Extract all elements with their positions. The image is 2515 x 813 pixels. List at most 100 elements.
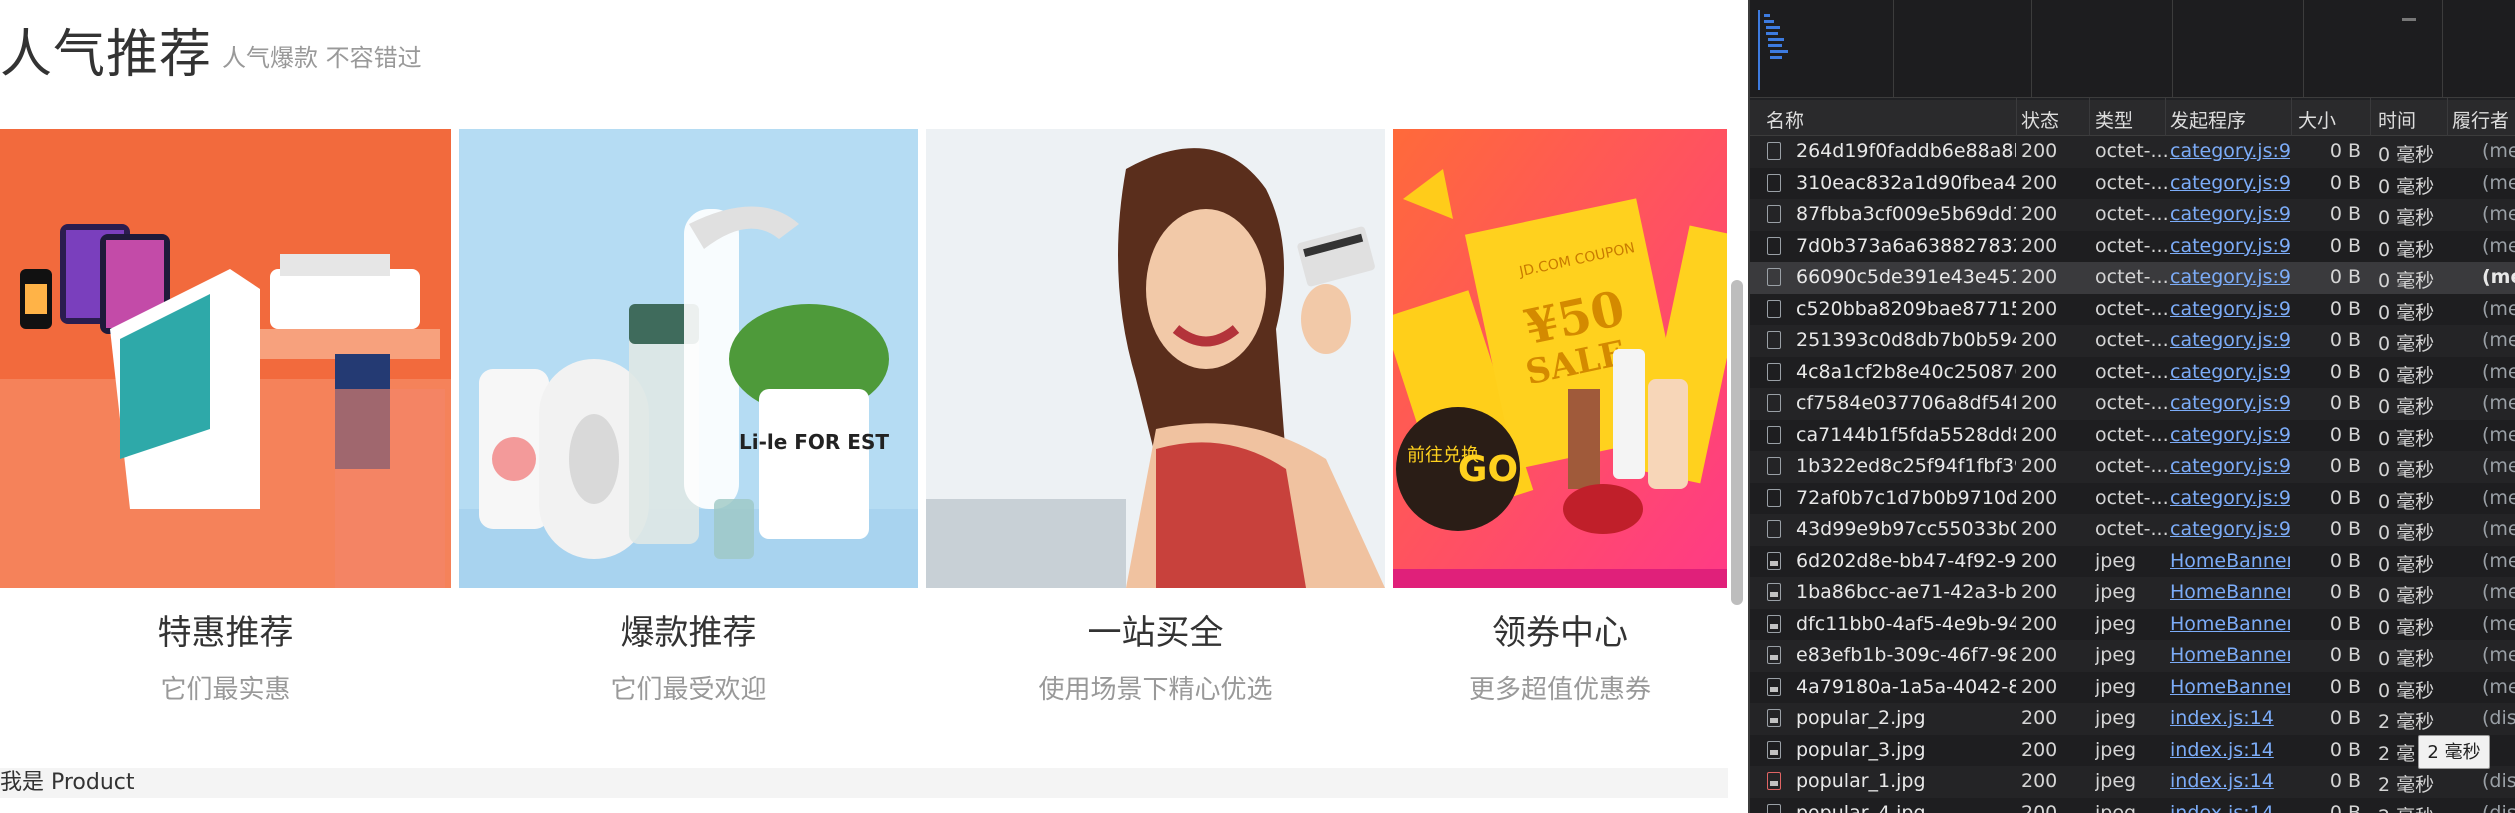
network-row[interactable]: 310eac832a1d90fbea41c...200 octet-...cate… [1750, 167, 2515, 199]
request-size: 0 B [2329, 266, 2361, 288]
network-row[interactable]: 43d99e9b97cc55033b0f5...200 octet-...cate… [1750, 514, 2515, 546]
request-type: jpeg [2095, 738, 2137, 761]
request-fulfilled-by: (mem... [2482, 518, 2515, 540]
col-type[interactable]: 类型 [2095, 106, 2133, 133]
request-size: 0 B [2329, 234, 2361, 257]
request-initiator-link[interactable]: category.js:9 [2170, 361, 2290, 383]
col-waterfall[interactable]: 履行者 [2452, 106, 2509, 133]
network-row[interactable]: 1b322ed8c25f94f1fbf39d...200 octet-...cat… [1750, 451, 2515, 483]
request-time: 0 毫秒 [2378, 238, 2435, 261]
request-initiator-link[interactable]: index.js:14 [2170, 707, 2290, 729]
col-name[interactable]: 名称 [1766, 106, 1804, 133]
network-row[interactable]: popular_1.jpg 200 jpeg index.js:14 0 B 2 毫秒 (d… [1750, 766, 2515, 798]
request-fulfilled-by: (mem... [2482, 203, 2515, 225]
request-initiator-link[interactable]: category.js:9 [2170, 172, 2290, 194]
request-initiator-link[interactable]: index.js:14 [2170, 770, 2290, 792]
request-initiator-link[interactable]: category.js:9 [2170, 518, 2290, 540]
request-type: octet-... [2095, 203, 2167, 225]
request-fulfilled-by: (mem... [2482, 297, 2515, 320]
network-row[interactable]: dfc11bb0-4af5-4e9b-945...200 jpeg HomeBann… [1750, 608, 2515, 640]
request-time: 2 毫秒 [2378, 711, 2435, 733]
request-initiator-link[interactable]: category.js:9 [2170, 203, 2290, 225]
section-subtitle: 人气爆款 不容错过 [222, 44, 422, 72]
network-row[interactable]: e83efb1b-309c-46f7-98a...200 jpeg HomeBann… [1750, 640, 2515, 672]
request-initiator-link[interactable]: category.js:9 [2170, 266, 2290, 288]
request-name: popular_2.jpg [1796, 707, 1926, 729]
request-time: 0 毫秒 [2378, 396, 2435, 418]
forest-label: Li-le FOR EST [739, 430, 889, 454]
request-initiator-link[interactable]: HomeBanner.vi [2170, 550, 2290, 572]
network-row[interactable]: 6d202d8e-bb47-4f92-95...200 jpeg HomeBanne… [1750, 545, 2515, 577]
network-row[interactable]: 264d19f0faddb6e88a8b...200 octet-...categ… [1750, 136, 2515, 168]
deals-image[interactable] [0, 129, 451, 588]
request-initiator-link[interactable]: HomeBanner.vi [2170, 613, 2290, 635]
one-stop-image[interactable] [926, 129, 1385, 588]
request-initiator-link[interactable]: category.js:9 [2170, 235, 2290, 257]
network-row[interactable]: 87fbba3cf009e5b69dd14...200 octet-...cate… [1750, 199, 2515, 231]
col-size[interactable]: 大小 [2298, 106, 2336, 133]
request-name: 6d202d8e-bb47-4f92-95... [1796, 549, 2016, 572]
request-fulfilled-by: (mem... [2482, 644, 2515, 666]
request-initiator-link[interactable]: category.js:9 [2170, 140, 2290, 162]
request-initiator-link[interactable]: category.js:9 [2170, 424, 2290, 446]
card-hot[interactable]: Li-le FOR EST 爆款推荐 它们最受欢迎 [459, 129, 918, 705]
file-icon [1767, 268, 1781, 286]
request-fulfilled-by: (mem... [2482, 140, 2515, 162]
request-fulfilled-by: (mem... [2482, 392, 2515, 414]
network-row[interactable]: 66090c5de391e43e4516...200 octet-...categ… [1750, 262, 2515, 294]
network-row[interactable]: ca7144b1f5fda5528dd8e...200 octet-...cate… [1750, 419, 2515, 451]
request-initiator-link[interactable]: category.js:9 [2170, 392, 2290, 414]
coupon-illustration: JD.COM COUPON ¥50 SALE 前往兑换 GO [1393, 129, 1727, 588]
request-name: 1b322ed8c25f94f1fbf39d... [1796, 455, 2016, 477]
request-status: 200 [2021, 140, 2058, 162]
file-icon [1767, 520, 1781, 538]
hot-image[interactable]: Li-le FOR EST [459, 129, 918, 588]
request-initiator-link[interactable]: HomeBanner.vi [2170, 581, 2290, 603]
request-size: 0 B [2329, 486, 2361, 509]
request-initiator-link[interactable]: category.js:9 [2170, 298, 2290, 320]
request-initiator-link[interactable]: index.js:14 [2170, 802, 2290, 813]
request-type: jpeg [2095, 644, 2137, 666]
request-size: 0 B [2329, 644, 2361, 666]
page-scrollbar[interactable] [1731, 280, 1743, 605]
network-row[interactable]: popular_2.jpg 200 jpeg index.js:14 0 B 2 毫秒 (d… [1750, 703, 2515, 735]
request-fulfilled-by: (mem... [2482, 486, 2515, 509]
network-row[interactable]: popular_3.jpg 200 jpeg index.js:14 0 B2 毫 [1750, 734, 2515, 766]
card-coupons[interactable]: JD.COM COUPON ¥50 SALE 前往兑换 GO 领券中心 更多超值… [1393, 129, 1727, 705]
request-status: 200 [2021, 360, 2058, 383]
request-initiator-link[interactable]: category.js:9 [2170, 329, 2290, 351]
request-initiator-link[interactable]: HomeBanner.vi [2170, 676, 2290, 698]
request-status: 200 [2021, 581, 2058, 603]
request-name: 66090c5de391e43e4516... [1796, 266, 2016, 288]
request-size: 0 B [2329, 171, 2361, 194]
request-initiator-link[interactable]: HomeBanner.vi [2170, 644, 2290, 666]
network-row[interactable]: c520bba8209bae877158...200 octet-...categ… [1750, 293, 2515, 325]
request-size: 0 B [2329, 360, 2361, 383]
network-row[interactable]: 251393c0d8db7b0b594c...200 octet-...categ… [1750, 325, 2515, 357]
electronics-illustration [0, 129, 451, 588]
request-status: 200 [2021, 234, 2058, 257]
card-deals[interactable]: 特惠推荐 它们最实惠 [0, 129, 451, 705]
request-name: 4a79180a-1a5a-4042-8a... [1796, 675, 2016, 698]
request-initiator-link[interactable]: category.js:9 [2170, 487, 2290, 509]
network-row[interactable]: 4a79180a-1a5a-4042-8a...200 jpeg HomeBanne… [1750, 671, 2515, 703]
network-row[interactable]: cf7584e037706a8df54fec...200 octet-...cat… [1750, 388, 2515, 420]
network-row[interactable]: popular_4.jpg 200 jpeg index.js:14 0 B 2 毫秒 (d… [1750, 797, 2515, 813]
request-initiator-link[interactable]: category.js:9 [2170, 455, 2290, 477]
network-row[interactable]: 7d0b373a6a6388278320...200 octet-...categ… [1750, 230, 2515, 262]
request-name: cf7584e037706a8df54fec... [1796, 392, 2016, 414]
request-type: octet-... [2095, 234, 2167, 257]
network-overview[interactable] [1750, 0, 2515, 98]
request-name: c520bba8209bae877158... [1796, 297, 2016, 320]
network-row[interactable]: 72af0b7c1d7b0b9710de...200 octet-...categ… [1750, 482, 2515, 514]
card-one-stop[interactable]: 一站买全 使用场景下精心优选 [926, 129, 1385, 705]
network-row[interactable]: 4c8a1cf2b8e40c2508704...200 octet-...cate… [1750, 356, 2515, 388]
network-row[interactable]: 1ba86bcc-ae71-42a3-bc...200 jpeg HomeBanne… [1750, 577, 2515, 609]
request-type: jpeg [2095, 707, 2137, 729]
col-time[interactable]: 时间 [2378, 106, 2416, 133]
file-icon [1767, 362, 1781, 381]
request-initiator-link[interactable]: index.js:14 [2170, 739, 2290, 761]
coupons-image[interactable]: JD.COM COUPON ¥50 SALE 前往兑换 GO [1393, 129, 1727, 588]
col-initiator[interactable]: 发起程序 [2170, 106, 2246, 133]
col-status[interactable]: 状态 [2021, 106, 2059, 133]
